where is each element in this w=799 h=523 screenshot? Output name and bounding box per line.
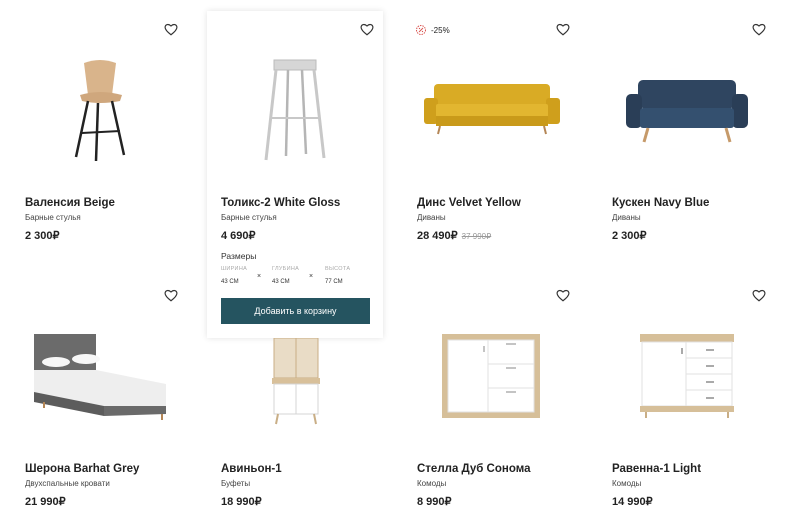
width-label: ШИРИНА (221, 266, 248, 272)
product-title[interactable]: Валенсия Beige (25, 197, 115, 209)
product-category: Комоды (417, 479, 447, 488)
favorite-heart-icon[interactable] (556, 23, 570, 36)
product-price: 28 490₽ 37 990₽ (417, 229, 491, 242)
bar-stool-image[interactable] (60, 55, 140, 165)
product-price: 14 990₽ (612, 496, 653, 508)
navy-sofa-image[interactable] (626, 78, 748, 146)
product-category: Диваны (417, 213, 446, 222)
dimension-separator: × (257, 273, 262, 280)
depth-label: ГЛУБИНА (272, 266, 300, 272)
favorite-heart-icon[interactable] (164, 289, 178, 302)
chest-of-drawers-image[interactable] (640, 334, 734, 418)
product-price: 4 690₽ (221, 230, 256, 242)
product-price: 2 300₽ (612, 230, 647, 242)
dimension-separator: × (309, 273, 314, 280)
yellow-sofa-image[interactable] (424, 82, 560, 138)
add-to-cart-button[interactable]: Добавить в корзину (221, 298, 370, 324)
height-value: 77 СМ (325, 279, 343, 285)
product-category: Диваны (612, 213, 641, 222)
bed-image[interactable] (30, 332, 170, 424)
product-title[interactable]: Авиньон-1 (221, 463, 282, 475)
discount-value: -25% (431, 25, 450, 35)
old-price: 37 990₽ (461, 232, 492, 241)
product-title[interactable]: Толикс-2 White Gloss (221, 197, 340, 209)
discount-badge-icon (416, 25, 426, 35)
favorite-heart-icon[interactable] (752, 289, 766, 302)
favorite-heart-icon[interactable] (164, 23, 178, 36)
product-category: Барные стулья (221, 213, 277, 222)
product-price: 18 990₽ (221, 496, 262, 508)
height-label: ВЫСОТА (325, 266, 351, 272)
product-category: Барные стулья (25, 213, 81, 222)
sizes-title: Размеры (221, 251, 257, 261)
current-price: 28 490₽ (417, 230, 458, 242)
product-price: 21 990₽ (25, 496, 66, 508)
dresser-image[interactable] (442, 334, 540, 418)
width-value: 43 СМ (221, 279, 239, 285)
product-category: Буфеты (221, 479, 251, 488)
metal-stool-image[interactable] (260, 58, 330, 163)
favorite-heart-icon[interactable] (752, 23, 766, 36)
product-price: 2 300₽ (25, 230, 60, 242)
product-category: Двухспальные кровати (25, 479, 110, 488)
product-title[interactable]: Кускен Navy Blue (612, 197, 709, 209)
discount-badge: -25% (415, 24, 450, 36)
product-title[interactable]: Равенна-1 Light (612, 463, 701, 475)
product-title[interactable]: Стелла Дуб Сонома (417, 463, 530, 475)
product-title[interactable]: Шерона Barhat Grey (25, 463, 139, 475)
depth-value: 43 СМ (272, 279, 290, 285)
favorite-heart-icon[interactable] (360, 23, 374, 36)
buffet-image[interactable] (270, 338, 322, 426)
favorite-heart-icon[interactable] (556, 289, 570, 302)
product-category: Комоды (612, 479, 642, 488)
product-title[interactable]: Динс Velvet Yellow (417, 197, 521, 209)
product-price: 8 990₽ (417, 496, 452, 508)
